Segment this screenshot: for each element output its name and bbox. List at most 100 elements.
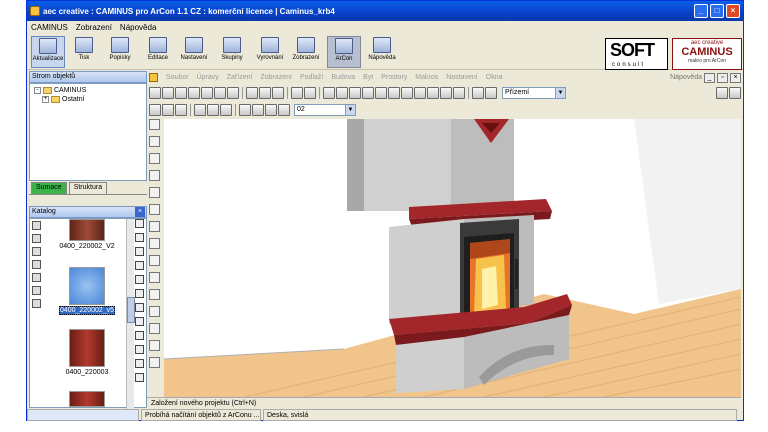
pan-icon[interactable] bbox=[349, 87, 361, 99]
catalog-tool-icon[interactable] bbox=[32, 234, 41, 243]
tool-icon[interactable] bbox=[135, 331, 144, 340]
polygon-icon[interactable] bbox=[149, 255, 160, 266]
floor-dropdown[interactable]: 02 ▼ bbox=[294, 104, 356, 116]
catalog-tool-icon[interactable] bbox=[32, 299, 41, 308]
close-button[interactable]: × bbox=[730, 72, 741, 83]
catalog-item[interactable]: 0400_220002_v5 bbox=[52, 267, 122, 315]
camera-icon[interactable] bbox=[388, 87, 400, 99]
tool-icon[interactable] bbox=[135, 247, 144, 256]
menu-zobrazeni[interactable]: Zobrazení bbox=[76, 23, 112, 32]
eraser-icon[interactable] bbox=[149, 357, 160, 368]
folder-icon[interactable] bbox=[175, 87, 187, 99]
dimension-icon[interactable] bbox=[149, 289, 160, 300]
object-icon[interactable] bbox=[194, 104, 206, 116]
tool-icon[interactable] bbox=[135, 345, 144, 354]
catalog-scrollbar[interactable] bbox=[126, 219, 135, 409]
snap-icon[interactable] bbox=[265, 104, 277, 116]
catalog-item[interactable]: 0400_220002_V2 bbox=[52, 219, 122, 250]
tool-icon[interactable] bbox=[135, 219, 144, 228]
paint-icon[interactable] bbox=[207, 104, 219, 116]
arcon-menu-okna[interactable]: Okna bbox=[486, 74, 503, 81]
rotate-icon[interactable] bbox=[362, 87, 374, 99]
bucket-icon[interactable] bbox=[149, 340, 160, 351]
tool-icon[interactable] bbox=[135, 275, 144, 284]
view-button[interactable]: Zobrazení bbox=[289, 36, 323, 68]
elevation-icon[interactable] bbox=[252, 104, 264, 116]
tree-item[interactable]: + Ostatní bbox=[34, 95, 142, 104]
arcon-menu-upravy[interactable]: Úpravy bbox=[197, 74, 219, 81]
edit-button[interactable]: Editace bbox=[141, 36, 175, 68]
arcon-menu-zarizeni[interactable]: Zařízení bbox=[227, 74, 253, 81]
tool-icon[interactable] bbox=[135, 233, 144, 242]
tab-sumace[interactable]: Sumace bbox=[31, 182, 67, 194]
arcon-menu-napoveda[interactable]: Nápověda bbox=[670, 74, 702, 81]
tool-icon[interactable] bbox=[135, 373, 144, 382]
cube-icon[interactable] bbox=[259, 87, 271, 99]
hatch-icon[interactable] bbox=[149, 306, 160, 317]
arcon-button[interactable]: ArCon bbox=[327, 36, 361, 68]
labels-button[interactable]: Popisky bbox=[103, 36, 137, 68]
export-icon[interactable] bbox=[214, 87, 226, 99]
tool-icon[interactable] bbox=[135, 359, 144, 368]
restore-button[interactable]: ▫ bbox=[717, 72, 728, 83]
settings-button[interactable]: Nastavení bbox=[177, 36, 211, 68]
arcon-menu-makros[interactable]: Makros bbox=[415, 74, 438, 81]
walk-icon[interactable] bbox=[375, 87, 387, 99]
new-file-icon[interactable] bbox=[149, 87, 161, 99]
arcon-menu-soubor[interactable]: Soubor bbox=[166, 74, 189, 81]
catalog-item[interactable]: 0400_220003 bbox=[52, 329, 122, 376]
menu-caminus[interactable]: CAMINUS bbox=[31, 23, 68, 32]
select-icon[interactable] bbox=[149, 119, 160, 130]
copy-icon[interactable] bbox=[149, 170, 160, 181]
plan-icon[interactable] bbox=[272, 87, 284, 99]
save-icon[interactable] bbox=[188, 87, 200, 99]
text-icon[interactable] bbox=[149, 272, 160, 283]
catalog-tool-icon[interactable] bbox=[32, 273, 41, 282]
catalog-tool-icon[interactable] bbox=[32, 247, 41, 256]
print-icon[interactable] bbox=[227, 87, 239, 99]
arcon-menu-byt[interactable]: Byt bbox=[363, 74, 373, 81]
help-button[interactable]: Nápověda bbox=[365, 36, 399, 68]
undo-icon[interactable] bbox=[291, 87, 303, 99]
arc-icon[interactable] bbox=[149, 238, 160, 249]
tool-icon[interactable] bbox=[135, 303, 144, 312]
texture-icon[interactable] bbox=[427, 87, 439, 99]
tool-icon[interactable] bbox=[135, 317, 144, 326]
rotate-icon[interactable] bbox=[149, 204, 160, 215]
3d-viewport[interactable] bbox=[164, 119, 741, 397]
section-icon[interactable] bbox=[239, 104, 251, 116]
furniture-icon[interactable] bbox=[175, 104, 187, 116]
tree-item[interactable]: - CAMINUS bbox=[34, 86, 142, 95]
zoom-icon[interactable] bbox=[323, 87, 335, 99]
shadow-icon[interactable] bbox=[453, 87, 465, 99]
context-help-icon[interactable] bbox=[729, 87, 741, 99]
tool-icon[interactable] bbox=[135, 289, 144, 298]
properties-icon[interactable] bbox=[716, 87, 728, 99]
render-icon[interactable] bbox=[414, 87, 426, 99]
grid-icon[interactable] bbox=[485, 87, 497, 99]
brush-icon[interactable] bbox=[149, 323, 160, 334]
collapse-icon[interactable]: - bbox=[34, 87, 41, 94]
material-icon[interactable] bbox=[440, 87, 452, 99]
lamp-icon[interactable] bbox=[220, 104, 232, 116]
redo-icon[interactable] bbox=[304, 87, 316, 99]
line-icon[interactable] bbox=[149, 221, 160, 232]
mirror-icon[interactable] bbox=[149, 187, 160, 198]
catalog-item[interactable] bbox=[52, 391, 122, 409]
title-bar[interactable]: aec creative : CAMINUS pro ArCon 1.1 CZ … bbox=[27, 1, 743, 21]
catalog-tool-icon[interactable] bbox=[32, 260, 41, 269]
measure-icon[interactable] bbox=[472, 87, 484, 99]
expand-icon[interactable]: + bbox=[42, 96, 49, 103]
print-button[interactable]: Tisk bbox=[67, 36, 101, 68]
catalog-tool-icon[interactable] bbox=[32, 286, 41, 295]
open-icon[interactable] bbox=[162, 87, 174, 99]
light-icon[interactable] bbox=[401, 87, 413, 99]
arcon-menu-zobrazeni[interactable]: Zobrazení bbox=[260, 74, 292, 81]
groups-button[interactable]: Skupiny bbox=[215, 36, 249, 68]
arcon-menu-nastaveni[interactable]: Nastavení bbox=[446, 74, 478, 81]
email-icon[interactable] bbox=[201, 87, 213, 99]
tool-icon[interactable] bbox=[135, 261, 144, 270]
close-icon[interactable]: × bbox=[135, 207, 145, 217]
tab-struktura[interactable]: Struktura bbox=[68, 182, 108, 194]
arcon-menu-budova[interactable]: Budova bbox=[331, 74, 355, 81]
